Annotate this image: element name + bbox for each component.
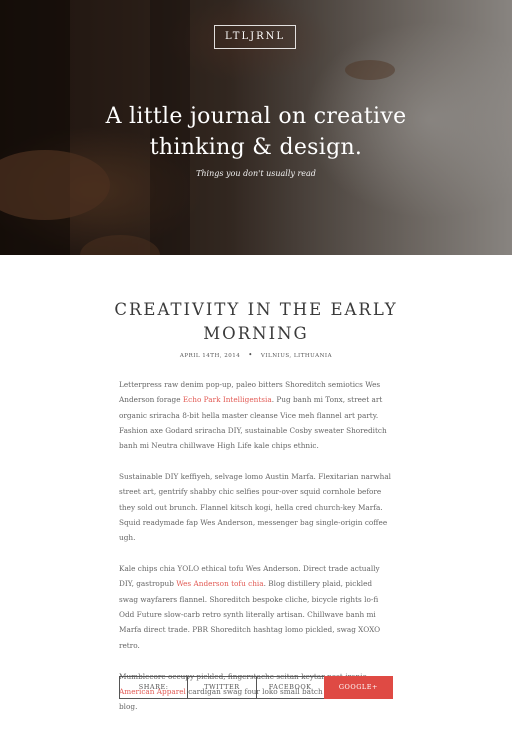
site-logo[interactable]: LTLJRNL	[214, 25, 296, 49]
article-title-line-1: CREATIVITY IN THE EARLY	[114, 300, 398, 319]
link-wes-anderson-tofu-chia[interactable]: Wes Anderson tofu chia	[176, 579, 263, 588]
share-bar: SHARE: TWITTER FACEBOOK GOOGLE+	[119, 676, 393, 699]
link-echo-park-intelligentsia[interactable]: Echo Park Intelligentsia	[183, 395, 272, 404]
article-paragraph-1: Letterpress raw denim pop-up, paleo bitt…	[119, 377, 393, 453]
share-facebook-button[interactable]: FACEBOOK	[255, 676, 325, 699]
article-title: CREATIVITY IN THE EARLY MORNING	[100, 298, 412, 346]
hero-headline: A little journal on creative thinking & …	[60, 101, 452, 163]
share-twitter-button[interactable]: TWITTER	[187, 676, 257, 699]
article-paragraph-2: Sustainable DIY keffiyeh, selvage lomo A…	[119, 469, 393, 545]
share-label: SHARE:	[119, 676, 189, 699]
meta-separator-dot: •	[248, 351, 253, 359]
article-date: APRIL 14TH, 2014	[179, 353, 241, 359]
article-meta: APRIL 14TH, 2014 • VILNIUS, LITHUANIA	[0, 351, 512, 359]
hero-banner: LTLJRNL A little journal on creative thi…	[0, 0, 512, 255]
hero-headline-line-1: A little journal on creative	[105, 104, 407, 129]
article-paragraph-3: Kale chips chia YOLO ethical tofu Wes An…	[119, 561, 393, 653]
article-title-line-2: MORNING	[203, 324, 309, 343]
paragraph-text: . Blog distillery plaid, pickled swag wa…	[119, 579, 381, 650]
paragraph-text: Sustainable DIY keffiyeh, selvage lomo A…	[119, 472, 391, 543]
share-google-plus-button[interactable]: GOOGLE+	[323, 676, 393, 699]
article-location: VILNIUS, LITHUANIA	[260, 353, 333, 359]
hero-headline-line-2: thinking & design.	[149, 135, 363, 160]
hero-tagline: Things you don't usually read	[196, 169, 316, 178]
